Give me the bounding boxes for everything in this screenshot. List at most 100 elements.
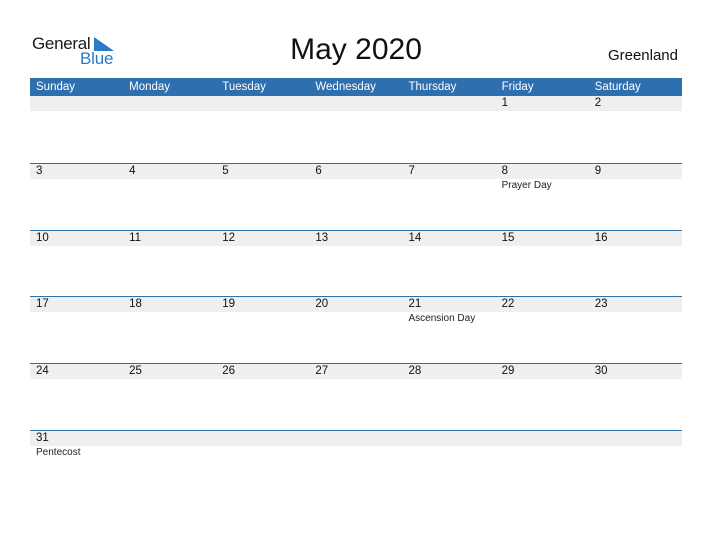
week-row: 3 4 5 6 7 8 Prayer Day 9 <box>30 162 682 230</box>
week-row: 17 18 19 20 21 Ascension Day 22 23 <box>30 296 682 363</box>
day-cell: 18 <box>123 297 216 357</box>
weekday-tuesday: Tuesday <box>222 81 266 93</box>
day-cell <box>309 96 402 156</box>
weekday-sunday: Sunday <box>36 81 76 93</box>
day-number: 25 <box>129 365 142 378</box>
day-cell: 22 <box>496 297 589 357</box>
day-number: 15 <box>501 231 515 244</box>
day-cell: 29 <box>496 364 589 424</box>
day-number: 19 <box>222 298 236 311</box>
day-cell: 16 <box>589 231 682 291</box>
day-number <box>129 431 216 446</box>
weekday-wednesday: Wednesday <box>315 81 376 93</box>
day-number: 23 <box>594 298 608 311</box>
day-cell: 15 <box>496 231 589 291</box>
day-number: 18 <box>129 298 142 311</box>
weekday-thursday: Thursday <box>408 81 457 93</box>
day-number: 10 <box>36 231 49 244</box>
country-label: Greenland <box>607 47 678 64</box>
page-title: May 2020 <box>290 33 422 66</box>
day-cell: 31 Pentecost <box>30 431 123 491</box>
day-number: 3 <box>36 164 43 177</box>
day-number <box>315 431 402 446</box>
day-number: 17 <box>36 298 49 311</box>
week-row: 12 <box>30 96 682 163</box>
day-cell: 30 <box>589 364 682 424</box>
day-cell <box>496 431 589 491</box>
day-number <box>409 431 496 446</box>
weekday-monday: Monday <box>129 81 171 93</box>
day-cell: 9 <box>589 164 682 224</box>
day-cell: 20 <box>309 297 402 357</box>
day-number: 1 <box>501 97 509 109</box>
day-cell: 13 <box>309 231 402 291</box>
week-row: 10 11 12 13 14 15 16 <box>30 229 682 297</box>
holiday-label: Ascension Day <box>408 313 476 325</box>
day-cell: 26 <box>216 364 309 424</box>
day-number: 9 <box>594 164 602 177</box>
day-cell: 1 <box>496 96 589 156</box>
day-cell <box>403 96 496 156</box>
day-cell: 14 <box>403 231 496 291</box>
day-cell <box>589 431 682 491</box>
day-cell: 21 Ascension Day <box>403 297 496 357</box>
day-number: 28 <box>408 365 422 378</box>
day-number: 6 <box>315 164 322 177</box>
calendar-grid: 1 2 3 4 5 6 7 8 Prayer Day 9 10 11 12 13 14 15 16 17 18 19 2… <box>30 96 682 497</box>
weekday-friday: Friday <box>501 81 534 93</box>
day-cell <box>123 96 216 156</box>
day-number: 29 <box>501 365 515 378</box>
day-cell: 6 <box>309 164 402 224</box>
day-cell <box>309 431 402 491</box>
day-number: 22 <box>501 298 515 311</box>
day-number: 2 <box>594 97 602 109</box>
day-number: 31 <box>36 431 49 444</box>
day-number <box>409 96 496 111</box>
day-cell: 5 <box>216 164 309 224</box>
day-cell: 11 <box>123 231 216 291</box>
day-cell: 4 <box>123 164 216 224</box>
day-cell: 7 <box>403 164 496 224</box>
week-row: 24 25 26 27 28 29 30 <box>30 363 682 430</box>
day-cell: 10 <box>30 231 123 291</box>
day-number <box>315 96 402 111</box>
day-number: 14 <box>408 231 422 244</box>
day-number: 16 <box>594 231 608 244</box>
day-cell: 28 <box>403 364 496 424</box>
day-number: 24 <box>36 365 49 378</box>
day-cell: 17 <box>30 297 123 357</box>
day-number: 4 <box>129 164 136 177</box>
day-number <box>222 96 309 111</box>
day-cell: 23 <box>589 297 682 357</box>
day-cell <box>123 431 216 491</box>
day-cell: 12 <box>216 231 309 291</box>
holiday-label: Pentecost <box>36 446 81 458</box>
day-number: 12 <box>222 231 236 244</box>
day-number <box>595 431 682 446</box>
day-cell: 25 <box>123 364 216 424</box>
day-number: 30 <box>594 365 608 378</box>
day-number: 27 <box>315 365 329 378</box>
day-cell <box>403 431 496 491</box>
day-cell: 3 <box>30 164 123 224</box>
weekday-header: Sunday Monday Tuesday Wednesday Thursday Frid… <box>30 78 682 96</box>
week-row: 31 Pentecost <box>30 429 682 497</box>
holiday-label: Prayer Day <box>501 179 552 191</box>
day-number <box>502 431 589 446</box>
day-cell: 2 <box>589 96 682 156</box>
day-cell <box>216 431 309 491</box>
day-number: 21 <box>408 298 422 311</box>
day-cell: 19 <box>216 297 309 357</box>
day-number: 7 <box>408 164 415 177</box>
day-cell <box>30 96 123 156</box>
day-number: 13 <box>315 231 329 244</box>
day-cell: 24 <box>30 364 123 424</box>
day-number: 5 <box>222 164 229 177</box>
day-number <box>129 96 216 111</box>
day-number: 20 <box>315 298 329 311</box>
weekday-saturday: Saturday <box>594 81 641 93</box>
day-number: 26 <box>222 365 236 378</box>
day-cell <box>216 96 309 156</box>
day-cell: 27 <box>309 364 402 424</box>
day-number: 8 <box>501 164 509 177</box>
